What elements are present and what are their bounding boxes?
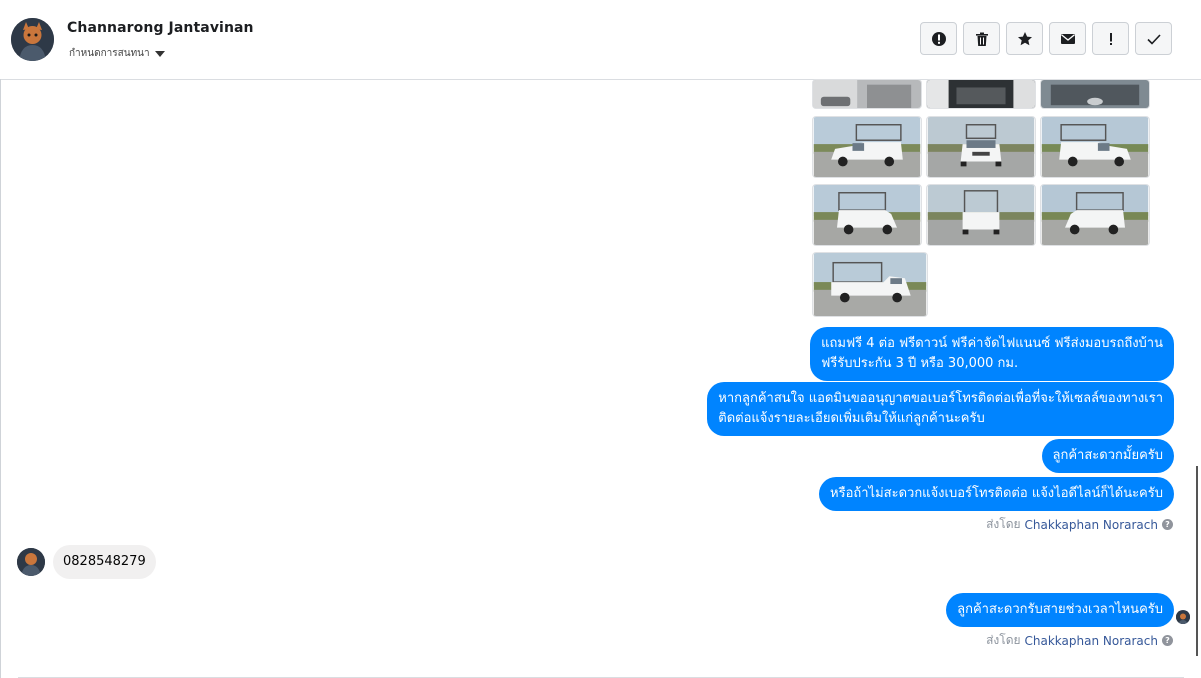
message-line: ฟรีรับประกัน 3 ปี หรือ 30,000 กม. (821, 356, 1019, 371)
mark-done-button[interactable] (1135, 22, 1172, 55)
sent-by-prefix: ส่งโดย (986, 517, 1021, 531)
assign-conversation-dropdown[interactable]: กำหนดการสนทนา (69, 46, 165, 61)
message-line: ลูกค้าสะดวกรับสายช่วงเวลาไหนครับ (957, 602, 1163, 617)
help-icon[interactable]: ? (1162, 519, 1173, 530)
seen-by-avatar (1176, 610, 1190, 624)
contact-avatar[interactable] (11, 18, 54, 61)
photo-front-right[interactable] (1040, 116, 1150, 178)
conversation-header: Channarong Jantavinan กำหนดการสนทนา (0, 0, 1201, 80)
message-line: แถมฟรี 4 ต่อ ฟรีดาวน์ ฟรีค่าจัดไฟแนนซ์ ฟ… (821, 336, 1163, 351)
conversation-toolbar (920, 22, 1172, 55)
outgoing-message: แถมฟรี 4 ต่อ ฟรีดาวน์ ฟรีค่าจัดไฟแนนซ์ ฟ… (810, 327, 1174, 381)
sent-by-label: ส่งโดย Chakkaphan Norarach ? (986, 515, 1173, 534)
caret-down-icon (154, 50, 165, 57)
follow-up-button[interactable] (1092, 22, 1129, 55)
photo-engine[interactable] (1040, 79, 1150, 109)
photo-rear-right[interactable] (1040, 184, 1150, 246)
mark-spam-button[interactable] (920, 22, 957, 55)
photo-front[interactable] (926, 116, 1036, 178)
mark-unread-button[interactable] (1049, 22, 1086, 55)
sent-by-label: ส่งโดย Chakkaphan Norarach ? (986, 631, 1173, 650)
check-icon (1146, 33, 1161, 45)
contact-avatar-small (17, 548, 45, 576)
photo-interior[interactable] (812, 79, 922, 109)
sent-by-prefix: ส่งโดย (986, 633, 1021, 647)
photo-rear[interactable] (926, 184, 1036, 246)
star-button[interactable] (1006, 22, 1043, 55)
scrollbar-thumb[interactable] (1196, 466, 1198, 656)
contact-name[interactable]: Channarong Jantavinan (67, 20, 254, 36)
trash-icon (975, 32, 988, 46)
alert-circle-icon (931, 31, 946, 46)
photo-cabin[interactable] (926, 79, 1036, 109)
agent-name-link[interactable]: Chakkaphan Norarach (1025, 634, 1158, 648)
agent-name-link[interactable]: Chakkaphan Norarach (1025, 518, 1158, 532)
incoming-message: 0828548279 (53, 545, 156, 579)
help-icon[interactable]: ? (1162, 635, 1173, 646)
outgoing-message: หรือถ้าไม่สะดวกแจ้งเบอร์โทรติดต่อ แจ้งไอ… (819, 477, 1174, 511)
photo-front-left[interactable] (812, 116, 922, 178)
message-line: หากลูกค้าสนใจ แอดมินขออนุญาตขอเบอร์โทรติ… (718, 391, 1163, 406)
message-line: ลูกค้าสะดวกมั้ยครับ (1052, 448, 1163, 463)
delete-button[interactable] (963, 22, 1000, 55)
star-icon (1017, 31, 1032, 45)
message-line: 0828548279 (63, 554, 146, 569)
exclamation-icon (1109, 32, 1112, 45)
envelope-icon (1060, 33, 1075, 44)
outgoing-message: ลูกค้าสะดวกรับสายช่วงเวลาไหนครับ (946, 593, 1174, 627)
message-line: หรือถ้าไม่สะดวกแจ้งเบอร์โทรติดต่อ แจ้งไอ… (830, 486, 1163, 501)
message-line: ติดต่อแจ้งรายละเอียดเพิ่มเติมให้แก่ลูกค้… (718, 411, 985, 426)
photo-rear-left[interactable] (812, 184, 922, 246)
outgoing-message: หากลูกค้าสนใจ แอดมินขออนุญาตขอเบอร์โทรติ… (707, 382, 1174, 436)
photo-side[interactable] (812, 252, 928, 317)
outgoing-message: ลูกค้าสะดวกมั้ยครับ (1041, 439, 1174, 473)
assign-conversation-label: กำหนดการสนทนา (69, 48, 150, 59)
panel-border (0, 79, 1, 678)
